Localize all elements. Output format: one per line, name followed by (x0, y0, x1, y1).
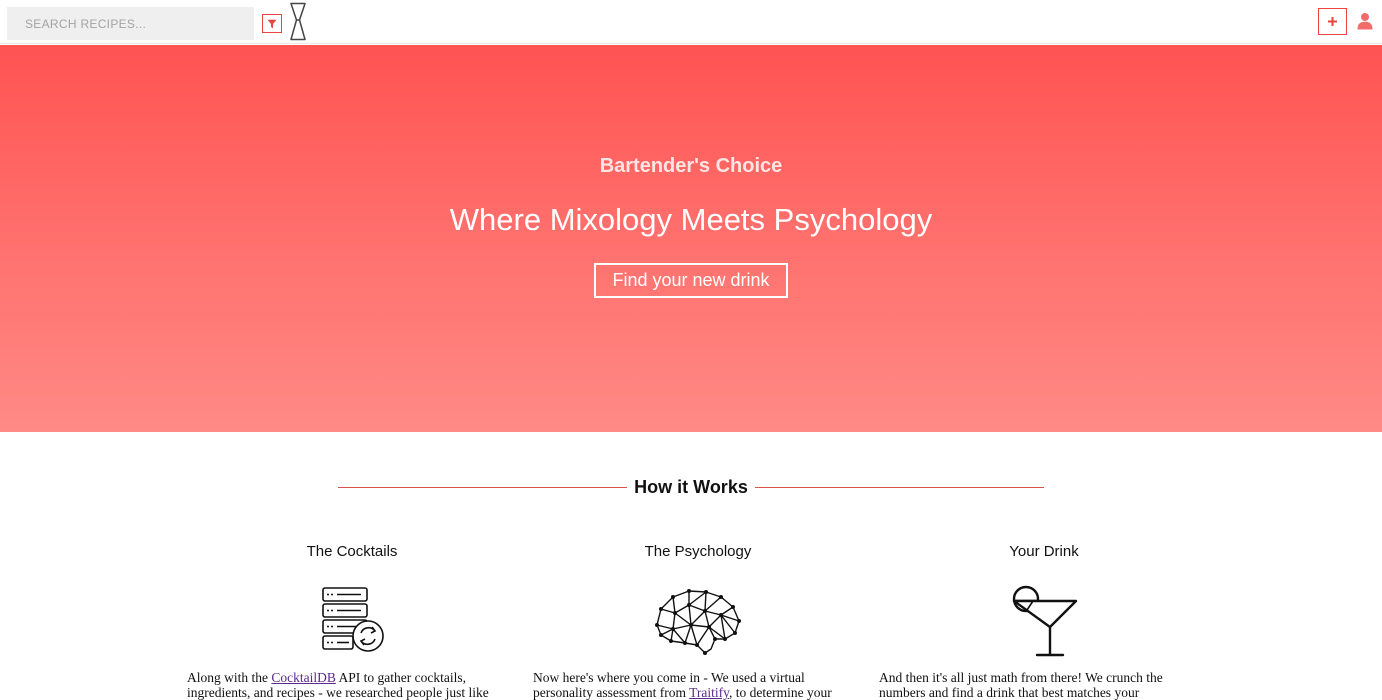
user-icon[interactable] (1356, 12, 1374, 30)
hero-title: Where Mixology Meets Psychology (449, 202, 933, 237)
cocktaildb-link[interactable]: CocktailDB (271, 670, 336, 685)
jigger-icon[interactable] (288, 2, 308, 41)
search-input[interactable] (7, 7, 254, 40)
find-drink-button[interactable]: Find your new drink (594, 263, 788, 298)
your-drink-description: And then it's all just math from there! … (879, 670, 1199, 700)
cocktails-heading: The Cocktails (306, 543, 398, 560)
top-navbar (0, 0, 1382, 44)
hero-banner: Bartender's Choice Where Mixology Meets … (0, 45, 1382, 432)
psychology-description: Now here's where you come in - We used a… (533, 670, 853, 700)
description-text: Along with the (187, 670, 272, 685)
your-drink-heading: Your Drink (1009, 543, 1079, 560)
how-it-works-title: How it Works (634, 477, 748, 497)
cocktail-glass-icon (1012, 585, 1078, 657)
divider-line (338, 487, 627, 488)
plus-icon (1328, 17, 1337, 26)
divider-line (755, 487, 1044, 488)
add-recipe-button[interactable] (1318, 8, 1347, 35)
psychology-heading: The Psychology (644, 543, 752, 560)
database-sync-icon (322, 587, 384, 652)
filter-icon (267, 19, 277, 28)
brain-network-icon (655, 589, 741, 655)
filter-button[interactable] (262, 14, 282, 33)
cocktails-description: Along with the CocktailDB API to gather … (187, 670, 507, 700)
hero-subtitle: Bartender's Choice (599, 155, 783, 177)
description-text: And then it's all just math from there! … (879, 670, 1163, 700)
